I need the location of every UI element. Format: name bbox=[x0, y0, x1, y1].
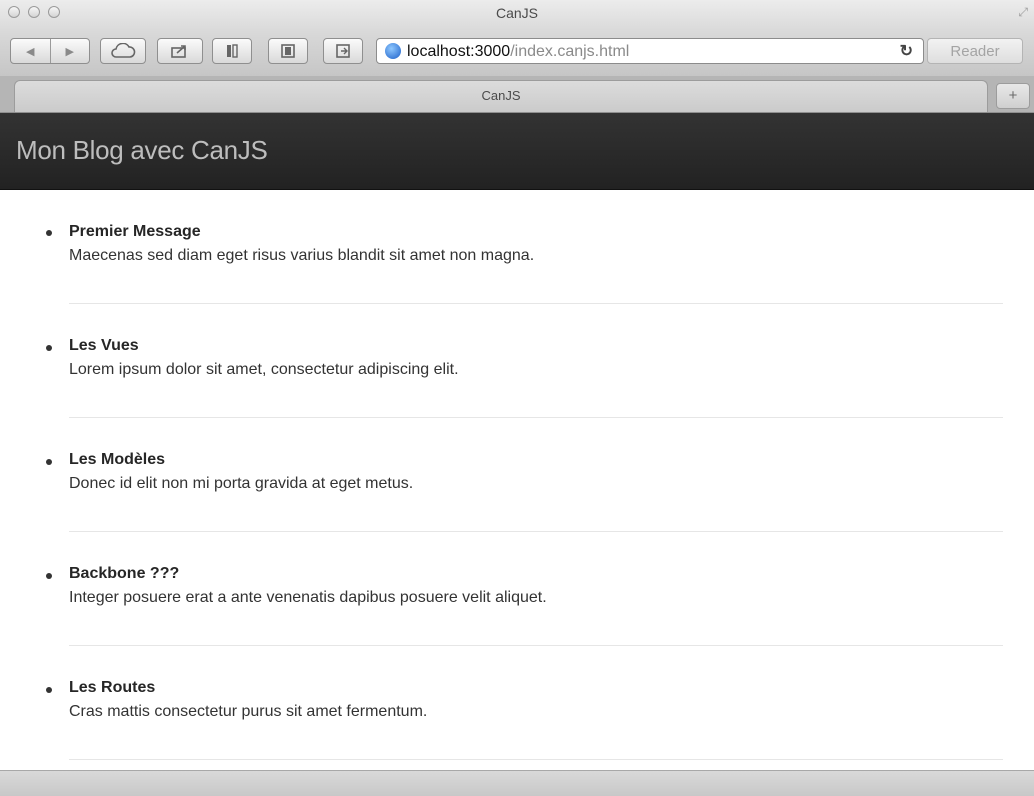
bullet-icon bbox=[46, 573, 52, 579]
site-navbar: Mon Blog avec CanJS bbox=[0, 113, 1034, 190]
share-button[interactable] bbox=[157, 38, 203, 64]
reader-button[interactable]: Reader bbox=[927, 38, 1023, 64]
url-path: /index.canjs.html bbox=[510, 43, 630, 60]
tab-canjs[interactable]: CanJS bbox=[14, 80, 988, 112]
bullet-icon bbox=[46, 345, 52, 351]
status-bar bbox=[0, 770, 1034, 796]
list-item: Premier Message Maecenas sed diam eget r… bbox=[46, 190, 1003, 304]
url-host: localhost:3000 bbox=[407, 43, 511, 60]
post-body: Maecenas sed diam eget risus varius blan… bbox=[69, 247, 535, 264]
bullet-icon bbox=[46, 687, 52, 693]
list-item: Les Routes Cras mattis consectetur purus… bbox=[46, 646, 1003, 760]
list-item: Les Modèles Donec id elit non mi porta g… bbox=[46, 418, 1003, 532]
list-item: Les Vues Lorem ipsum dolor sit amet, con… bbox=[46, 304, 1003, 418]
post-body: Donec id elit non mi porta gravida at eg… bbox=[69, 475, 414, 492]
reading-list-button[interactable] bbox=[212, 38, 252, 64]
reload-icon[interactable]: ↻ bbox=[900, 41, 913, 61]
back-button[interactable]: ◀ bbox=[11, 45, 50, 58]
site-brand[interactable]: Mon Blog avec CanJS bbox=[16, 135, 268, 166]
window-title: CanJS bbox=[495, 5, 539, 21]
post-title: Les Modèles bbox=[69, 451, 166, 468]
post-list: Premier Message Maecenas sed diam eget r… bbox=[46, 190, 1003, 760]
bookmarks-icon bbox=[281, 44, 295, 58]
post-body: Integer posuere erat a ante venenatis da… bbox=[69, 589, 547, 606]
share-icon bbox=[171, 45, 186, 58]
post-title: Les Routes bbox=[69, 679, 156, 696]
icloud-tabs-button[interactable] bbox=[100, 38, 146, 64]
url-text[interactable]: localhost:3000/index.canjs.html bbox=[407, 43, 629, 61]
post-title: Les Vues bbox=[69, 337, 139, 354]
post-title: Premier Message bbox=[69, 223, 201, 240]
page-content: Premier Message Maecenas sed diam eget r… bbox=[0, 190, 1034, 770]
sidebar-button[interactable] bbox=[323, 38, 363, 64]
list-item: Backbone ??? Integer posuere erat a ante… bbox=[46, 532, 1003, 646]
post-body: Lorem ipsum dolor sit amet, consectetur … bbox=[69, 361, 459, 378]
browser-toolbar: ◀ ▶ localhost:3000/index.canjs.html ↻ Re… bbox=[0, 34, 1034, 76]
post-body: Cras mattis consectetur purus sit amet f… bbox=[69, 703, 428, 720]
post-title: Backbone ??? bbox=[69, 565, 180, 582]
bullet-icon bbox=[46, 459, 52, 465]
globe-icon bbox=[385, 43, 401, 59]
new-tab-button[interactable]: + bbox=[996, 83, 1030, 109]
bookmarks-button[interactable] bbox=[268, 38, 308, 64]
tab-bar: CanJS + bbox=[0, 76, 1034, 113]
fullscreen-icon[interactable]: ⤢ bbox=[1018, 5, 1028, 20]
bullet-icon bbox=[46, 230, 52, 236]
reading-list-icon bbox=[227, 44, 238, 58]
forward-button[interactable]: ▶ bbox=[51, 45, 90, 58]
sidebar-icon bbox=[336, 44, 350, 58]
address-bar[interactable]: localhost:3000/index.canjs.html ↻ bbox=[376, 38, 924, 64]
back-forward-group: ◀ ▶ bbox=[10, 38, 90, 64]
window-titlebar: CanJS ⤢ bbox=[0, 0, 1034, 34]
cloud-icon bbox=[111, 43, 136, 58]
